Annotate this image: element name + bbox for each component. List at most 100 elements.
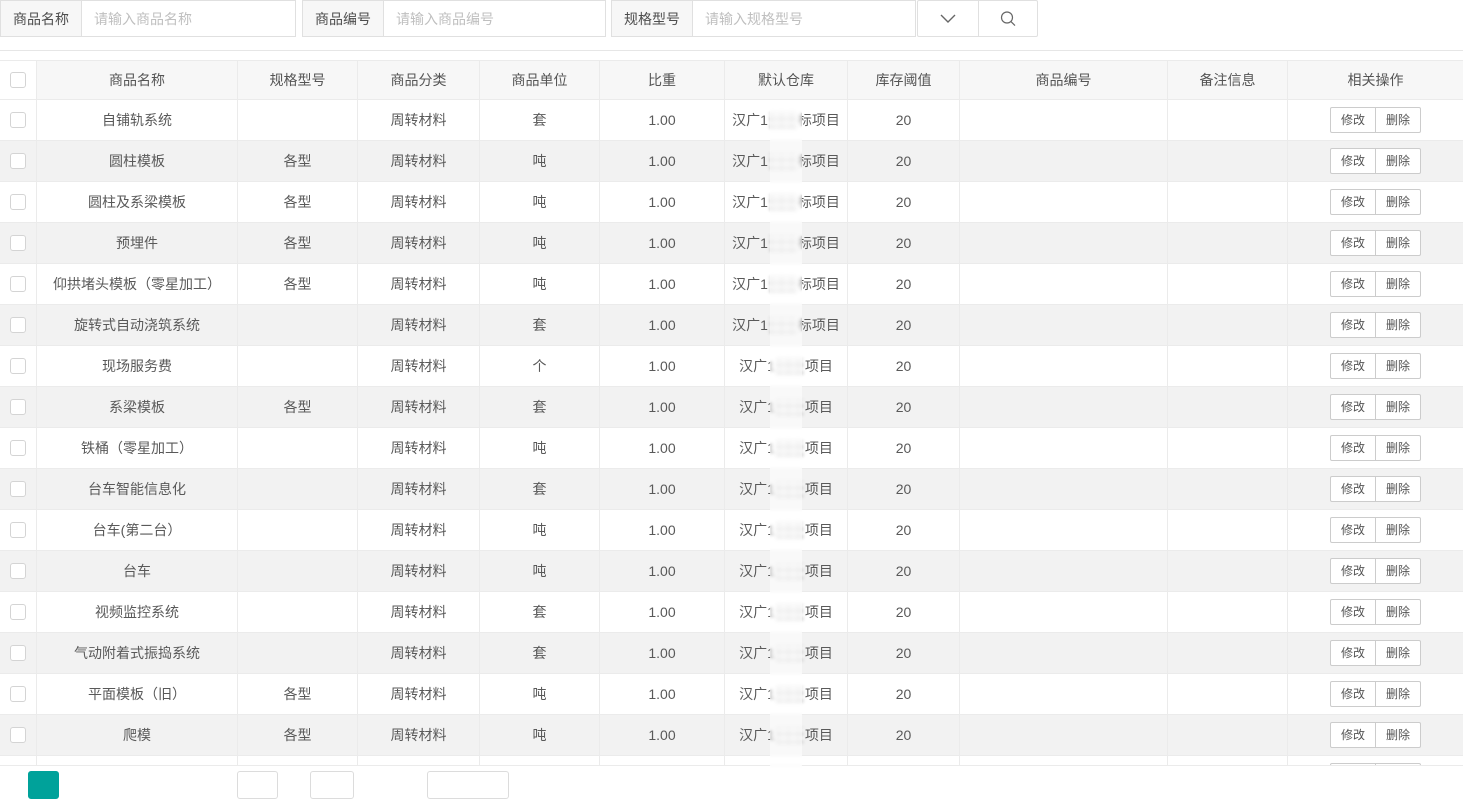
delete-button[interactable]: 删除 — [1375, 722, 1421, 748]
cell-threshold: 20 — [848, 387, 960, 427]
cell-threshold: 20 — [848, 100, 960, 140]
edit-button[interactable]: 修改 — [1330, 312, 1376, 338]
filter-group-product-code: 商品编号 — [302, 0, 606, 37]
row-checkbox[interactable] — [10, 522, 26, 538]
cell-threshold: 20 — [848, 469, 960, 509]
censored-text — [769, 317, 797, 334]
delete-button[interactable]: 删除 — [1375, 558, 1421, 584]
header-weight: 比重 — [600, 61, 725, 99]
edit-button[interactable]: 修改 — [1330, 271, 1376, 297]
cell-threshold: 20 — [848, 223, 960, 263]
edit-button[interactable]: 修改 — [1330, 353, 1376, 379]
censored-text — [776, 358, 804, 375]
row-checkbox[interactable] — [10, 194, 26, 210]
delete-button[interactable]: 删除 — [1375, 435, 1421, 461]
delete-button[interactable]: 删除 — [1375, 148, 1421, 174]
footer-button-2[interactable] — [310, 771, 354, 799]
delete-button[interactable]: 删除 — [1375, 271, 1421, 297]
delete-button[interactable]: 删除 — [1375, 640, 1421, 666]
cell-category: 周转材料 — [358, 264, 480, 304]
row-checkbox[interactable] — [10, 317, 26, 333]
row-checkbox[interactable] — [10, 645, 26, 661]
footer-button-1[interactable] — [237, 771, 278, 799]
delete-button[interactable]: 删除 — [1375, 599, 1421, 625]
search-button[interactable] — [978, 0, 1038, 37]
row-checkbox[interactable] — [10, 727, 26, 743]
table-body: 自铺轨系统 周转材料 套 1.00 汉广1标项目 20 修改 删除 圆柱模板 各… — [0, 100, 1463, 766]
delete-button[interactable]: 删除 — [1375, 107, 1421, 133]
edit-button[interactable]: 修改 — [1330, 148, 1376, 174]
edit-button[interactable]: 修改 — [1330, 640, 1376, 666]
cell-unit: 吨 — [480, 715, 600, 755]
spec-model-input[interactable] — [693, 1, 915, 36]
row-checkbox[interactable] — [10, 153, 26, 169]
row-checkbox[interactable] — [10, 399, 26, 415]
edit-button[interactable]: 修改 — [1330, 394, 1376, 420]
row-checkbox[interactable] — [10, 235, 26, 251]
cell-operations — [1288, 756, 1463, 766]
edit-button[interactable]: 修改 — [1330, 107, 1376, 133]
edit-button[interactable]: 修改 — [1330, 558, 1376, 584]
edit-button[interactable] — [1330, 763, 1376, 766]
cell-remark — [1168, 510, 1288, 550]
cell-operations: 修改 删除 — [1288, 305, 1463, 345]
cell-remark — [1168, 469, 1288, 509]
censored-text — [776, 604, 804, 621]
cell-spec-model: 各型 — [238, 264, 358, 304]
footer-pagination-control[interactable] — [427, 771, 509, 799]
censored-text — [776, 440, 804, 457]
edit-button[interactable]: 修改 — [1330, 681, 1376, 707]
delete-button[interactable]: 删除 — [1375, 517, 1421, 543]
cell-unit: 套 — [480, 592, 600, 632]
cell-warehouse: 汉广1标项目 — [725, 305, 848, 345]
row-checkbox[interactable] — [10, 686, 26, 702]
delete-button[interactable]: 删除 — [1375, 681, 1421, 707]
edit-button[interactable]: 修改 — [1330, 722, 1376, 748]
product-name-input[interactable] — [82, 1, 295, 36]
cell-operations: 修改 删除 — [1288, 469, 1463, 509]
cell-weight: 1.00 — [600, 305, 725, 345]
select-all-checkbox[interactable] — [10, 72, 26, 88]
row-checkbox[interactable] — [10, 276, 26, 292]
cell-warehouse: 汉广1项目 — [725, 387, 848, 427]
expand-filters-button[interactable] — [917, 0, 979, 37]
cell-product-code — [960, 715, 1168, 755]
magnifier-icon — [999, 10, 1017, 28]
delete-button[interactable]: 删除 — [1375, 230, 1421, 256]
row-checkbox[interactable] — [10, 604, 26, 620]
row-checkbox-cell — [0, 674, 37, 714]
edit-button[interactable]: 修改 — [1330, 189, 1376, 215]
cell-product-code — [960, 551, 1168, 591]
filter-group-spec-model: 规格型号 — [611, 0, 916, 37]
row-checkbox[interactable] — [10, 563, 26, 579]
delete-button[interactable]: 删除 — [1375, 353, 1421, 379]
header-operations: 相关操作 — [1288, 61, 1463, 99]
edit-button[interactable]: 修改 — [1330, 599, 1376, 625]
edit-button[interactable]: 修改 — [1330, 230, 1376, 256]
cell-weight: 1.00 — [600, 141, 725, 181]
row-checkbox[interactable] — [10, 440, 26, 456]
delete-button[interactable]: 删除 — [1375, 394, 1421, 420]
delete-button[interactable]: 删除 — [1375, 189, 1421, 215]
row-checkbox[interactable] — [10, 358, 26, 374]
cell-product-code — [960, 223, 1168, 263]
cell-weight: 1.00 — [600, 633, 725, 673]
edit-button[interactable]: 修改 — [1330, 435, 1376, 461]
row-checkbox[interactable] — [10, 481, 26, 497]
footer-primary-button[interactable] — [28, 771, 59, 799]
edit-button[interactable]: 修改 — [1330, 476, 1376, 502]
cell-warehouse: 汉广1项目 — [725, 510, 848, 550]
cell-threshold: 20 — [848, 428, 960, 468]
header-unit: 商品单位 — [480, 61, 600, 99]
row-checkbox[interactable] — [10, 112, 26, 128]
product-code-input[interactable] — [384, 1, 605, 36]
cell-warehouse: 汉广1项目 — [725, 674, 848, 714]
cell-product-code — [960, 756, 1168, 766]
delete-button[interactable]: 删除 — [1375, 312, 1421, 338]
table-row: 台车智能信息化 周转材料 套 1.00 汉广1项目 20 修改 删除 — [0, 469, 1463, 510]
censored-text — [769, 153, 797, 170]
header-spec-model: 规格型号 — [238, 61, 358, 99]
delete-button[interactable]: 删除 — [1375, 476, 1421, 502]
delete-button[interactable] — [1375, 763, 1421, 766]
edit-button[interactable]: 修改 — [1330, 517, 1376, 543]
